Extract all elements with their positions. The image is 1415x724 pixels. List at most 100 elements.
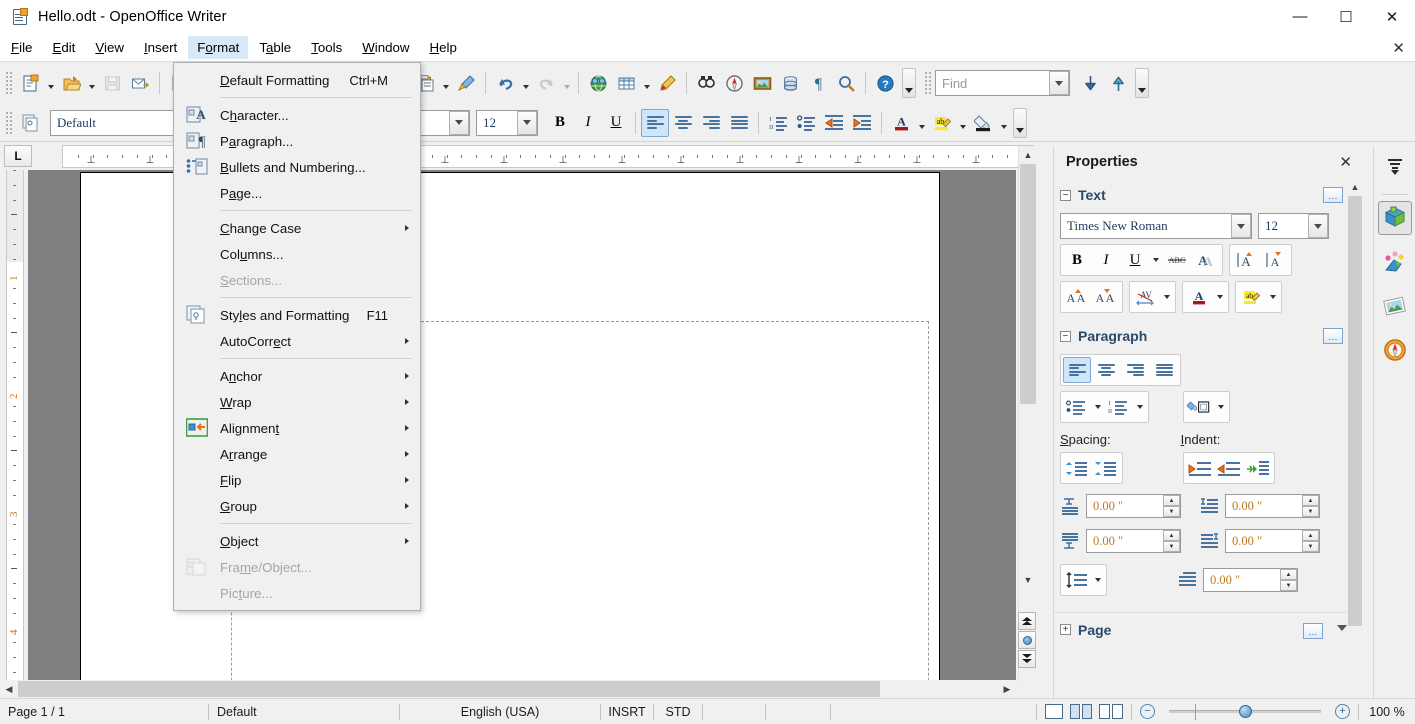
format-menu-item-change-case[interactable]: Change Case bbox=[174, 215, 420, 241]
indent-before-spinner[interactable]: 0.00 " ▲▼ bbox=[1225, 494, 1320, 518]
format-menu-item-autocorrect[interactable]: AutoCorrect bbox=[174, 328, 420, 354]
align-right-button[interactable] bbox=[697, 109, 725, 137]
minimize-button[interactable]: — bbox=[1277, 0, 1323, 33]
paste-dropdown-icon[interactable] bbox=[439, 69, 452, 97]
ruler-tab-stop[interactable]: ⊥ bbox=[146, 155, 155, 166]
find-toolbar-overflow-button[interactable] bbox=[1135, 68, 1149, 98]
decrease-indent-button[interactable] bbox=[1215, 455, 1243, 481]
collapse-text-panel-icon[interactable]: − bbox=[1060, 190, 1071, 201]
align-left-button[interactable] bbox=[641, 109, 669, 137]
scroll-right-button[interactable]: ▶ bbox=[998, 680, 1016, 698]
new-document-dropdown-icon[interactable] bbox=[44, 69, 57, 97]
italic-button[interactable]: I bbox=[574, 109, 602, 137]
sidebar-lowercase-button[interactable]: AA bbox=[1092, 284, 1120, 310]
line-spacing-dropdown-icon[interactable] bbox=[1092, 567, 1104, 593]
bold-button[interactable]: B bbox=[546, 109, 574, 137]
sidebar-tab-navigator[interactable] bbox=[1378, 333, 1412, 367]
unordered-list-dropdown-icon[interactable] bbox=[1092, 394, 1104, 420]
font-name-dropdown-icon[interactable] bbox=[449, 111, 469, 135]
sidebar-increase-font-size-button[interactable]: A bbox=[1232, 247, 1260, 273]
find-dropdown-icon[interactable] bbox=[1049, 71, 1069, 95]
close-document-button[interactable]: ✕ bbox=[1392, 39, 1405, 57]
format-menu-item-anchor[interactable]: Anchor bbox=[174, 363, 420, 389]
show-draw-functions-icon[interactable] bbox=[653, 69, 681, 97]
previous-page-button[interactable] bbox=[1018, 612, 1036, 630]
sidebar-paragraph-background-button[interactable] bbox=[1186, 394, 1214, 420]
sidebar-bold-button[interactable]: B bbox=[1063, 247, 1091, 273]
menu-edit[interactable]: Edit bbox=[43, 36, 84, 59]
font-color-button[interactable]: A bbox=[887, 109, 915, 137]
next-page-button[interactable] bbox=[1018, 650, 1036, 668]
sidebar-tab-properties[interactable] bbox=[1378, 201, 1412, 235]
format-menu-item-bullets-and-numbering[interactable]: Bullets and Numbering... bbox=[174, 154, 420, 180]
ordered-list-button[interactable]: III bbox=[764, 109, 792, 137]
horizontal-ruler[interactable]: L ⊥⊥⊥⊥⊥⊥⊥⊥⊥⊥⊥⊥⊥⊥⊥⊥ bbox=[0, 142, 1040, 170]
book-view-icon[interactable] bbox=[1099, 704, 1123, 719]
page-panel-dialog-button[interactable] bbox=[1303, 623, 1323, 639]
font-color-dropdown-icon[interactable] bbox=[915, 109, 928, 137]
sidebar-character-spacing-button[interactable]: AV bbox=[1132, 284, 1160, 310]
highlighting-dropdown-icon[interactable] bbox=[956, 109, 969, 137]
menu-file[interactable]: File bbox=[2, 36, 41, 59]
font-size-dropdown-icon[interactable] bbox=[517, 111, 537, 135]
paragraph-panel-dialog-button[interactable] bbox=[1323, 328, 1343, 344]
ruler-tab-stop[interactable]: ⊥ bbox=[736, 155, 745, 166]
vertical-scrollbar[interactable]: ▲ ▼ bbox=[1018, 146, 1036, 682]
highlighting-dropdown-icon[interactable] bbox=[1267, 284, 1279, 310]
menu-format[interactable]: Format bbox=[188, 36, 248, 59]
increase-paragraph-spacing-button[interactable] bbox=[1063, 455, 1091, 481]
ruler-tab-stop[interactable]: ⊥ bbox=[972, 155, 981, 166]
undo-dropdown-icon[interactable] bbox=[519, 69, 532, 97]
redo-dropdown-icon[interactable] bbox=[560, 69, 573, 97]
sidebar-decrease-font-size-button[interactable]: A bbox=[1261, 247, 1289, 273]
indent-after-spinner[interactable]: 0.00 " ▲▼ bbox=[1225, 529, 1320, 553]
underline-button[interactable]: U bbox=[602, 109, 630, 137]
font-color-dropdown-icon[interactable] bbox=[1214, 284, 1226, 310]
sidebar-scrollbar[interactable]: ▲ bbox=[1347, 178, 1363, 672]
navigation-target-button[interactable] bbox=[1018, 631, 1036, 649]
find-previous-icon[interactable] bbox=[1104, 69, 1132, 97]
menu-window[interactable]: Window bbox=[353, 36, 418, 59]
sidebar-font-name-combobox[interactable]: Times New Roman bbox=[1060, 213, 1252, 239]
menu-tools[interactable]: Tools bbox=[302, 36, 351, 59]
spacing-below-increment[interactable]: ▲ bbox=[1163, 530, 1180, 541]
indent-after-decrement[interactable]: ▼ bbox=[1302, 541, 1319, 552]
indent-firstline-spinner[interactable]: 0.00 " ▲▼ bbox=[1203, 568, 1298, 592]
redo-icon[interactable] bbox=[532, 69, 560, 97]
zoom-slider[interactable] bbox=[1161, 702, 1329, 722]
underline-dropdown-icon[interactable] bbox=[1150, 247, 1162, 273]
format-menu-item-arrange[interactable]: Arrange bbox=[174, 441, 420, 467]
panel-header-text[interactable]: − Text bbox=[1054, 182, 1363, 208]
sidebar-align-right-button[interactable] bbox=[1121, 357, 1149, 383]
format-menu-item-default-formatting[interactable]: Default FormattingCtrl+M bbox=[174, 67, 420, 93]
sidebar-highlighting-button[interactable]: ab bbox=[1238, 284, 1266, 310]
single-page-view-icon[interactable] bbox=[1045, 704, 1063, 719]
format-menu-item-styles-and-formatting[interactable]: Styles and FormattingF11 bbox=[174, 302, 420, 328]
format-menu-item-object[interactable]: Object bbox=[174, 528, 420, 554]
save-document-icon[interactable] bbox=[98, 69, 126, 97]
scroll-left-button[interactable]: ◀ bbox=[0, 680, 18, 698]
sidebar-scroll-up-button[interactable]: ▲ bbox=[1347, 178, 1363, 195]
spacing-below-spinner[interactable]: 0.00 " ▲▼ bbox=[1086, 529, 1181, 553]
paragraph-background-dropdown-icon[interactable] bbox=[1215, 394, 1227, 420]
ordered-list-dropdown-icon[interactable] bbox=[1134, 394, 1146, 420]
status-selection-mode[interactable]: STD bbox=[654, 699, 702, 724]
apply-style-icon[interactable] bbox=[16, 109, 44, 137]
panel-header-page[interactable]: + Page bbox=[1054, 612, 1363, 642]
navigator-icon[interactable] bbox=[720, 69, 748, 97]
ruler-tab-stop[interactable]: ⊥ bbox=[559, 155, 568, 166]
character-spacing-dropdown-icon[interactable] bbox=[1161, 284, 1173, 310]
hanging-indent-button[interactable] bbox=[1244, 455, 1272, 481]
hyperlink-icon[interactable] bbox=[584, 69, 612, 97]
sidebar-font-color-button[interactable]: A bbox=[1185, 284, 1213, 310]
sidebar-align-center-button[interactable] bbox=[1092, 357, 1120, 383]
panel-header-paragraph[interactable]: − Paragraph bbox=[1054, 323, 1363, 349]
ruler-tab-stop[interactable]: ⊥ bbox=[913, 155, 922, 166]
expand-page-panel-icon[interactable]: + bbox=[1060, 624, 1071, 635]
status-section-info[interactable] bbox=[831, 699, 1036, 724]
insert-table-dropdown-icon[interactable] bbox=[640, 69, 653, 97]
data-sources-icon[interactable] bbox=[776, 69, 804, 97]
ruler-tab-stop[interactable]: ⊥ bbox=[795, 155, 804, 166]
unordered-list-button[interactable] bbox=[792, 109, 820, 137]
undo-icon[interactable] bbox=[491, 69, 519, 97]
